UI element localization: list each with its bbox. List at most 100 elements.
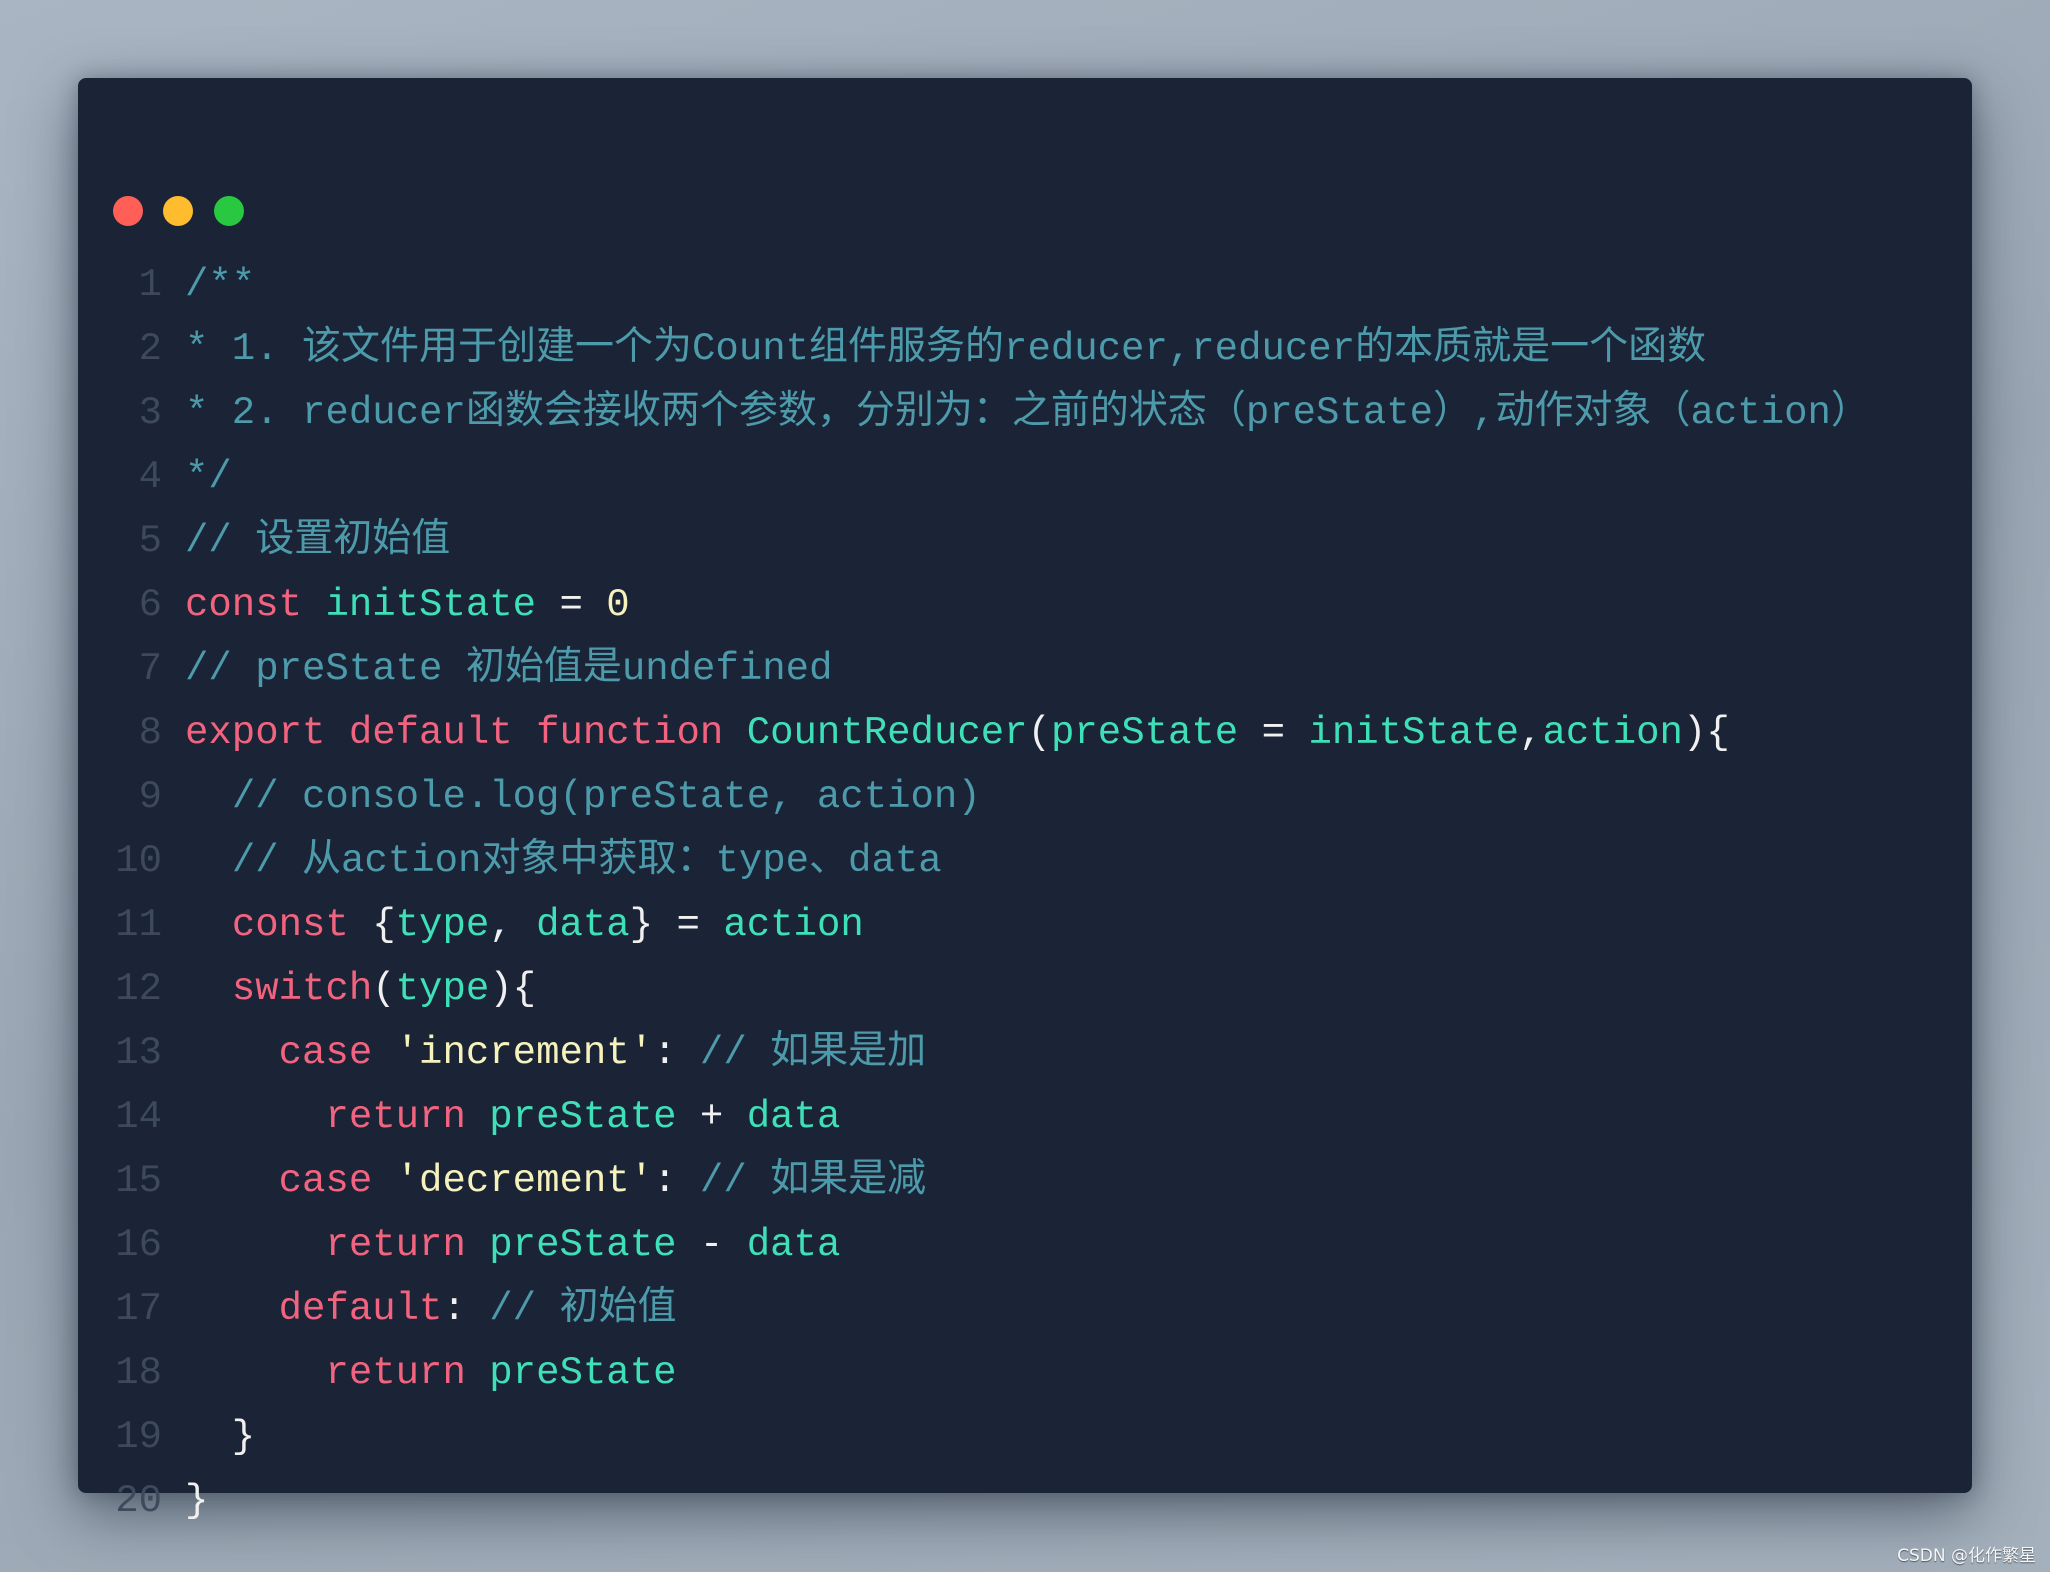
keyword-token: export bbox=[185, 711, 326, 755]
comment-token: /** bbox=[185, 263, 256, 307]
line-number: 19 bbox=[115, 1415, 162, 1459]
line-number: 5 bbox=[138, 519, 162, 563]
line-number: 8 bbox=[138, 711, 162, 755]
code-line: 20} bbox=[78, 1469, 1870, 1533]
identifier-token: action bbox=[1542, 711, 1683, 755]
watermark: CSDN @化作繁星 bbox=[1897, 1546, 2036, 1566]
punctuation-token bbox=[513, 711, 536, 755]
line-content: // console.log(preState, action) bbox=[185, 765, 981, 829]
line-number: 13 bbox=[115, 1031, 162, 1075]
line-number: 6 bbox=[138, 583, 162, 627]
comment-token: * 2. reducer函数会接收两个参数，分别为：之前的状态（preState… bbox=[185, 391, 1870, 435]
punctuation-token bbox=[325, 711, 348, 755]
punctuation-token: = bbox=[536, 583, 607, 627]
punctuation-token: - bbox=[676, 1223, 747, 1267]
keyword-token: return bbox=[325, 1351, 466, 1395]
keyword-token: function bbox=[536, 711, 724, 755]
line-number: 9 bbox=[138, 775, 162, 819]
keyword-token: case bbox=[278, 1031, 373, 1075]
identifier-token: preState bbox=[1050, 711, 1239, 755]
line-content: } bbox=[185, 1469, 208, 1533]
punctuation-token: + bbox=[676, 1095, 747, 1139]
comment-token: */ bbox=[185, 455, 232, 499]
keyword-token: default bbox=[278, 1287, 443, 1331]
code-line: 15 case 'decrement': // 如果是减 bbox=[78, 1149, 1870, 1213]
line-content: * 1. 该文件用于创建一个为Count组件服务的reducer,reducer… bbox=[185, 317, 1706, 381]
line-content: /** bbox=[185, 253, 255, 317]
punctuation-token bbox=[302, 583, 325, 627]
punctuation-token: ){ bbox=[489, 967, 537, 1011]
comment-token: // 如果是加 bbox=[699, 1031, 927, 1075]
code-line: 5 // 设置初始值 bbox=[78, 509, 1870, 573]
code-line: 10 // 从action对象中获取：type、data bbox=[78, 829, 1870, 893]
punctuation-token bbox=[372, 1159, 395, 1203]
identifier-token: preState bbox=[489, 1351, 677, 1395]
line-content: case 'increment': // 如果是加 bbox=[185, 1021, 927, 1085]
line-content: */ bbox=[185, 445, 232, 509]
comment-token: * 1. 该文件用于创建一个为Count组件服务的reducer,reducer… bbox=[185, 327, 1707, 371]
line-number: 7 bbox=[138, 647, 162, 691]
identifier-token: data bbox=[746, 1095, 841, 1139]
line-content: default: // 初始值 bbox=[185, 1277, 677, 1341]
punctuation-token bbox=[185, 775, 232, 819]
punctuation-token bbox=[466, 1095, 489, 1139]
keyword-token: case bbox=[278, 1159, 373, 1203]
code-line: 1 /** bbox=[78, 253, 1870, 317]
code-line: 4 */ bbox=[78, 445, 1870, 509]
punctuation-token: { bbox=[348, 903, 396, 947]
punctuation-token: ( bbox=[372, 967, 396, 1011]
punctuation-token bbox=[185, 1031, 279, 1075]
line-content: } bbox=[185, 1405, 255, 1469]
keyword-token: return bbox=[325, 1095, 466, 1139]
punctuation-token bbox=[185, 967, 232, 1011]
line-content: return preState - data bbox=[185, 1213, 840, 1277]
code-line: 6 const initState = 0 bbox=[78, 573, 1870, 637]
line-content: export default function CountReducer(pre… bbox=[185, 701, 1730, 765]
punctuation-token bbox=[466, 1351, 489, 1395]
comment-token: // 初始值 bbox=[489, 1287, 677, 1331]
keyword-token: const bbox=[185, 583, 303, 627]
comment-token: // 从action对象中获取：type、data bbox=[231, 839, 942, 883]
code-window: 1 /** 2 * 1. 该文件用于创建一个为Count组件服务的reducer,re… bbox=[78, 78, 1972, 1523]
line-number: 3 bbox=[138, 391, 162, 435]
maximize-dot-icon[interactable] bbox=[214, 196, 244, 226]
line-content: return preState + data bbox=[185, 1085, 840, 1149]
punctuation-token bbox=[185, 1159, 279, 1203]
number-token: 0 bbox=[606, 583, 630, 627]
code-line: 2 * 1. 该文件用于创建一个为Count组件服务的reducer,reduce… bbox=[78, 317, 1870, 381]
punctuation-token: : bbox=[653, 1159, 700, 1203]
punctuation-token bbox=[372, 1031, 395, 1075]
comment-token: // console.log(preState, action) bbox=[231, 775, 981, 819]
code-line: 17 default: // 初始值 bbox=[78, 1277, 1870, 1341]
code-line: 3 * 2. reducer函数会接收两个参数，分别为：之前的状态（preStat… bbox=[78, 381, 1870, 445]
punctuation-token: , bbox=[489, 903, 537, 947]
code-block: 1 /** 2 * 1. 该文件用于创建一个为Count组件服务的reducer,re… bbox=[78, 253, 1870, 1533]
code-line: 11 const {type, data} = action bbox=[78, 893, 1870, 957]
line-content: // preState 初始值是undefined bbox=[185, 637, 832, 701]
punctuation-token: } bbox=[185, 1479, 209, 1523]
line-content: // 从action对象中获取：type、data bbox=[185, 829, 942, 893]
identifier-token: preState bbox=[489, 1223, 677, 1267]
identifier-token: initState bbox=[1308, 711, 1520, 755]
code-line: 7 // preState 初始值是undefined bbox=[78, 637, 1870, 701]
punctuation-token bbox=[185, 1287, 279, 1331]
line-number: 20 bbox=[115, 1479, 162, 1523]
punctuation-token: = bbox=[1238, 711, 1309, 755]
line-content: const {type, data} = action bbox=[185, 893, 864, 957]
identifier-token: initState bbox=[325, 583, 537, 627]
code-line: 8 export default function CountReducer(pr… bbox=[78, 701, 1870, 765]
close-dot-icon[interactable] bbox=[113, 196, 143, 226]
line-number: 14 bbox=[115, 1095, 162, 1139]
line-content: const initState = 0 bbox=[185, 573, 630, 637]
punctuation-token: ){ bbox=[1682, 711, 1730, 755]
code-line: 14 return preState + data bbox=[78, 1085, 1870, 1149]
code-line: 16 return preState - data bbox=[78, 1213, 1870, 1277]
minimize-dot-icon[interactable] bbox=[163, 196, 193, 226]
identifier-token: action bbox=[723, 903, 864, 947]
line-content: // 设置初始值 bbox=[185, 509, 450, 573]
punctuation-token bbox=[185, 839, 232, 883]
identifier-token: CountReducer bbox=[746, 711, 1028, 755]
punctuation-token bbox=[723, 711, 746, 755]
line-content: switch(type){ bbox=[185, 957, 536, 1021]
punctuation-token bbox=[185, 1223, 325, 1267]
